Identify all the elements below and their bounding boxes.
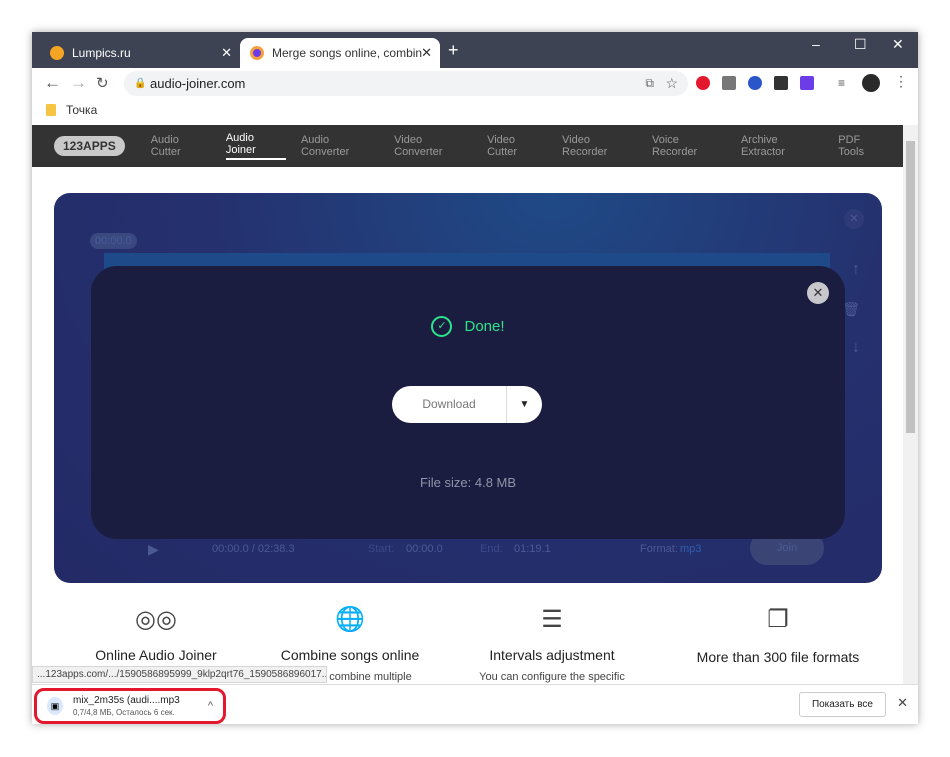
nav-audio-converter[interactable]: Audio Converter xyxy=(301,134,379,158)
download-button[interactable]: Download xyxy=(392,386,507,423)
start-label: Start: xyxy=(368,543,395,555)
tab-bar: Lumpics.ru ✕ Merge songs online, combine… xyxy=(32,32,918,68)
chevron-up-icon[interactable]: ^ xyxy=(208,700,213,712)
menu-icon[interactable]: ⋮ xyxy=(894,73,908,89)
show-all-button[interactable]: Показать все xyxy=(798,692,886,717)
reload-icon[interactable]: ↻ xyxy=(96,74,109,92)
toolbar: ← → ↻ 🔒 audio-joiner.com ⧉ ☆ ≡ ⋮ xyxy=(32,68,918,98)
feature-title: More than 300 file formats xyxy=(696,649,860,665)
translate-icon[interactable]: ⧉ xyxy=(645,76,654,91)
scrollbar-thumb[interactable] xyxy=(906,141,915,433)
joiner-app: 00:00.0 ✕ ↑ 🗑 ↓ ▶ 00:00.0 / 02:38.3 Star… xyxy=(54,193,882,583)
close-tab-icon[interactable]: ✕ xyxy=(421,45,432,61)
close-modal-icon[interactable]: ✕ xyxy=(807,282,829,304)
move-down-icon[interactable]: ↓ xyxy=(852,339,860,357)
globe-extension-icon[interactable] xyxy=(748,76,762,90)
site-logo[interactable]: 123APPS xyxy=(54,136,125,156)
tab-title: Merge songs online, combine mp xyxy=(272,46,422,60)
play-icon[interactable]: ▶ xyxy=(148,541,159,558)
format-select[interactable]: mp3 xyxy=(680,543,701,555)
page-content: 123APPS Audio Cutter Audio Joiner Audio … xyxy=(32,125,903,684)
browser-window: Lumpics.ru ✕ Merge songs online, combine… xyxy=(32,32,918,724)
download-item[interactable]: ▣ mix_2m35s (audi....mp3 0,7/4,8 МБ, Ост… xyxy=(34,688,226,724)
move-up-icon[interactable]: ↑ xyxy=(852,261,860,279)
help-extension-icon[interactable] xyxy=(722,76,736,90)
folder-icon xyxy=(46,104,56,116)
player-time: 00:00.0 / 02:38.3 xyxy=(212,543,295,555)
scrollbar[interactable] xyxy=(903,125,918,684)
audio-file-icon: ▣ xyxy=(47,697,63,715)
file-size: File size: 4.8 MB xyxy=(419,475,517,490)
opera-extension-icon[interactable] xyxy=(696,76,710,90)
feature-intervals: ☰ Intervals adjustment You can configure… xyxy=(452,605,652,683)
nav-archive-extractor[interactable]: Archive Extractor xyxy=(741,134,823,158)
close-tab-icon[interactable]: ✕ xyxy=(221,45,232,61)
back-icon[interactable]: ← xyxy=(44,73,61,93)
done-modal: ✕ ✓ Done! Download ▼ File size: 4.8 MB xyxy=(91,266,845,539)
minimize-icon[interactable]: – xyxy=(812,36,820,52)
download-filename: mix_2m35s (audi....mp3 xyxy=(73,695,180,706)
close-track-icon[interactable]: ✕ xyxy=(844,209,864,229)
tab-lumpics[interactable]: Lumpics.ru ✕ xyxy=(40,38,240,68)
bookmark-star-icon[interactable]: ☆ xyxy=(665,75,678,92)
sliders-icon: ☰ xyxy=(541,606,563,633)
nav-pdf-tools[interactable]: PDF Tools xyxy=(838,134,888,158)
nav-video-cutter[interactable]: Video Cutter xyxy=(487,134,547,158)
download-options-dropdown-icon[interactable]: ▼ xyxy=(507,399,542,410)
forward-icon[interactable]: → xyxy=(70,73,87,93)
nav-video-recorder[interactable]: Video Recorder xyxy=(562,134,637,158)
close-window-icon[interactable]: ✕ xyxy=(892,36,904,53)
feature-title: Intervals adjustment xyxy=(489,647,615,663)
end-label: End: xyxy=(480,543,503,555)
lock-icon: 🔒 xyxy=(134,78,147,89)
check-circle-icon: ✓ xyxy=(431,316,453,337)
feature-title: Online Audio Joiner xyxy=(95,647,217,663)
feature-online-audio-joiner: ◎◎ Online Audio Joiner xyxy=(56,605,256,663)
package-extension-icon[interactable] xyxy=(774,76,788,90)
globe-icon: 🌐 xyxy=(335,606,365,633)
url-text: audio-joiner.com xyxy=(150,76,246,91)
new-tab-icon[interactable]: + xyxy=(448,40,459,61)
time-marker: 00:00.0 xyxy=(90,233,137,249)
download-progress: 0,7/4,8 МБ, Осталось 6 сек. xyxy=(73,708,175,717)
nav-voice-recorder[interactable]: Voice Recorder xyxy=(652,134,726,158)
tab-audio-joiner[interactable]: Merge songs online, combine mp ✕ xyxy=(240,38,440,68)
feature-formats: ❐ More than 300 file formats xyxy=(678,605,878,667)
vinyl-records-icon: ◎◎ xyxy=(135,606,177,633)
close-shelf-icon[interactable]: ✕ xyxy=(897,695,908,711)
avatar[interactable] xyxy=(862,74,880,92)
download-split-button: Download ▼ xyxy=(392,386,542,423)
bookmark-tochka[interactable]: Точка xyxy=(66,103,97,117)
download-shelf: ▣ mix_2m35s (audi....mp3 0,7/4,8 МБ, Ост… xyxy=(32,684,918,724)
nav-audio-cutter[interactable]: Audio Cutter xyxy=(151,134,211,158)
end-input[interactable]: 01:19.1 xyxy=(514,543,551,555)
ad-extension-icon[interactable] xyxy=(800,76,814,90)
files-icon: ❐ xyxy=(767,606,789,633)
format-label: Format: xyxy=(640,543,678,555)
status-bar-url: ...123apps.com/.../1590586895999_9klp2qr… xyxy=(32,666,327,683)
nav-video-converter[interactable]: Video Converter xyxy=(394,134,472,158)
audio-joiner-favicon-icon xyxy=(250,46,264,60)
start-input[interactable]: 00:00.0 xyxy=(406,543,443,555)
done-text: Done! xyxy=(464,318,505,335)
media-playlist-icon[interactable]: ≡ xyxy=(838,76,852,90)
bookmarks-bar: Точка xyxy=(32,98,918,122)
done-status: ✓ Done! xyxy=(91,316,845,337)
site-nav: 123APPS Audio Cutter Audio Joiner Audio … xyxy=(32,125,903,167)
orange-favicon-icon xyxy=(50,46,64,60)
address-bar[interactable]: 🔒 audio-joiner.com ⧉ ☆ xyxy=(124,71,688,96)
maximize-icon[interactable]: ☐ xyxy=(854,36,867,53)
feature-desc: You can configure the specific xyxy=(479,671,625,683)
feature-title: Combine songs online xyxy=(280,647,420,663)
tab-title: Lumpics.ru xyxy=(72,46,131,60)
nav-audio-joiner[interactable]: Audio Joiner xyxy=(225,132,286,160)
